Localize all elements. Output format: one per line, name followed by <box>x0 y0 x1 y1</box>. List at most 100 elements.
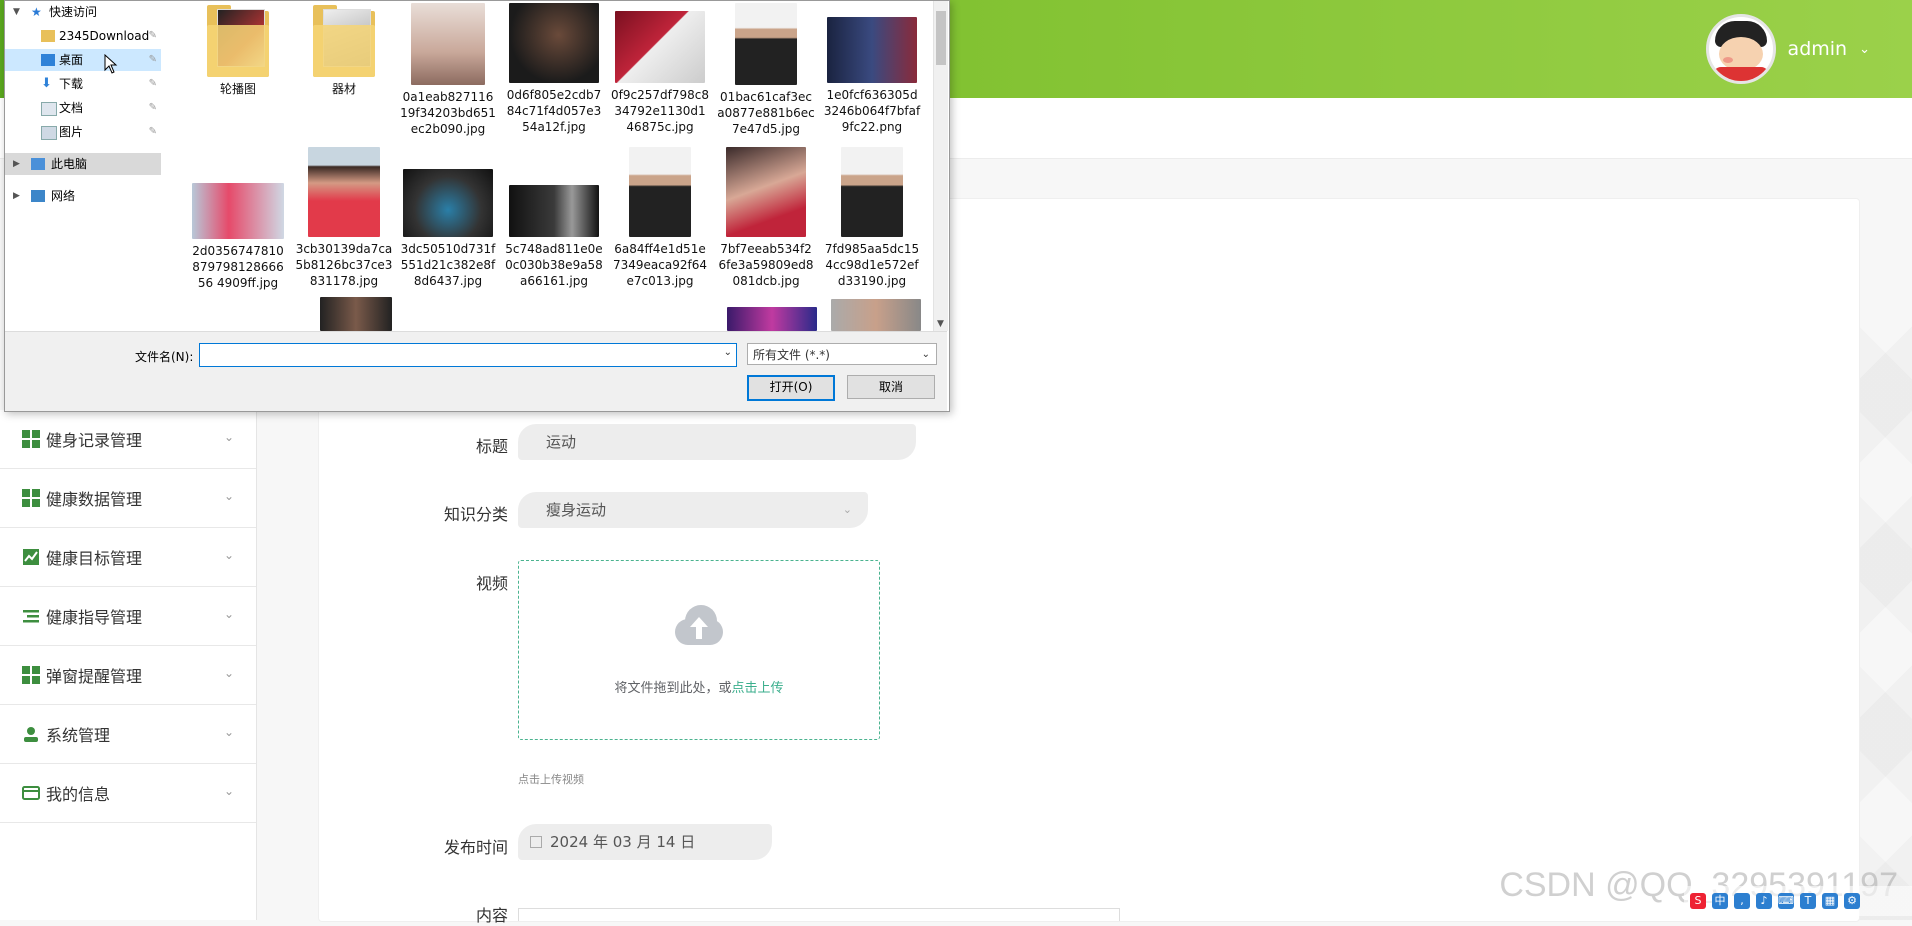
chevron-down-icon[interactable]: ⌄ <box>724 347 732 358</box>
video-label: 视频 <box>475 574 508 593</box>
avatar[interactable] <box>1705 14 1776 84</box>
navigation-pane: ▼ ★ 快速访问 2345Download ✎ 桌面 ✎ ⬇ 下载 ✎ 文档 ✎… <box>5 1 161 331</box>
nav-label: 下载 <box>59 77 84 91</box>
pin-icon: ✎ <box>148 102 157 113</box>
content-editor[interactable] <box>518 908 1120 921</box>
shirt-icon[interactable]: T <box>1800 893 1816 909</box>
title-input[interactable]: 运动 <box>518 424 916 460</box>
sidebar-item-label: 我的信息 <box>46 785 111 804</box>
file-name: 5c748ad811e0e0c030b38e9a58a66161.jpg <box>505 242 603 288</box>
chevron-down-icon: ⌄ <box>921 349 930 360</box>
folder-icon <box>313 3 375 77</box>
filename-input[interactable]: ⌄ <box>199 343 737 367</box>
file-item[interactable]: 6a84ff4e1d51e7349eaca92f64e7c013.jpg <box>609 147 711 289</box>
chevron-right-icon[interactable]: ▶ <box>13 153 20 175</box>
nav-label: 2345Download <box>59 29 150 43</box>
pin-icon: ✎ <box>148 78 157 89</box>
sidebar-item-health-guidance[interactable]: 健康指导管理 ⌄ <box>0 587 256 646</box>
username-label[interactable]: admin <box>1788 38 1848 60</box>
system-tray: S 中 , ♪ ⌨ T ▦ ⚙ <box>1684 886 1912 916</box>
chevron-down-icon: ⌄ <box>223 430 234 444</box>
nav-2345download[interactable]: 2345Download ✎ <box>5 25 161 47</box>
file-item[interactable]: 0f9c257df798c834792e1130d146875c.jpg <box>609 3 711 135</box>
card-icon <box>22 784 40 802</box>
chevron-down-icon: ⌄ <box>223 784 234 798</box>
image-thumbnail <box>735 3 797 85</box>
file-item[interactable]: 7bf7eeab534f26fe3a59809ed8081dcb.jpg <box>715 147 817 289</box>
nav-network[interactable]: ▶ 网络 <box>5 185 161 207</box>
file-item[interactable] <box>721 307 823 331</box>
image-thumbnail <box>841 147 903 237</box>
category-label: 知识分类 <box>443 505 508 524</box>
sidebar-item-popup-reminders[interactable]: 弹窗提醒管理 ⌄ <box>0 646 256 705</box>
chart-icon <box>22 548 40 566</box>
folder-icon <box>207 3 269 77</box>
filetype-select[interactable]: 所有文件 (*.*) ⌄ <box>747 343 937 365</box>
nav-downloads[interactable]: ⬇ 下载 ✎ <box>5 73 161 95</box>
list-icon <box>22 607 40 625</box>
user-menu[interactable]: admin ⌄ <box>1705 14 1870 84</box>
dialog-footer: 文件名(N): ⌄ 所有文件 (*.*) ⌄ 打开(O) 取消 <box>5 331 947 411</box>
file-name: 3cb30139da7ca5b8126bc37ce3831178.jpg <box>295 242 393 288</box>
chevron-down-icon[interactable]: ▼ <box>13 1 20 23</box>
file-item[interactable]: 3cb30139da7ca5b8126bc37ce3831178.jpg <box>293 147 395 289</box>
sidebar-item-my-info[interactable]: 我的信息 ⌄ <box>0 764 256 823</box>
network-icon <box>31 190 45 202</box>
chevron-down-icon[interactable]: ⌄ <box>1859 42 1870 57</box>
picture-icon <box>41 126 57 140</box>
chevron-down-icon: ⌄ <box>223 607 234 621</box>
nav-pictures[interactable]: 图片 ✎ <box>5 121 161 143</box>
chevron-down-icon: ⌄ <box>223 489 234 503</box>
image-thumbnail <box>192 183 284 239</box>
image-thumbnail <box>615 11 705 83</box>
file-list-scrollbar[interactable]: ▼ <box>933 1 948 331</box>
chevron-down-icon[interactable]: ▼ <box>937 319 944 329</box>
nav-desktop[interactable]: 桌面 ✎ <box>5 49 161 71</box>
file-item[interactable]: 7fd985aa5dc154cc98d1e572efd33190.jpg <box>821 147 923 289</box>
image-thumbnail <box>411 3 485 85</box>
nav-this-pc[interactable]: ▶ 此电脑 <box>5 153 161 175</box>
sidebar-item-label: 系统管理 <box>46 726 111 745</box>
file-item[interactable] <box>825 299 927 331</box>
nav-quick-access[interactable]: ▼ ★ 快速访问 <box>5 1 161 23</box>
category-select[interactable]: 瘦身运动 ⌄ <box>518 492 868 528</box>
file-name: 0f9c257df798c834792e1130d146875c.jpg <box>611 88 709 134</box>
file-item[interactable]: 2d035674781087979812866656 4909ff.jpg <box>187 147 289 291</box>
microphone-icon[interactable]: ♪ <box>1756 893 1772 909</box>
open-button[interactable]: 打开(O) <box>747 375 835 401</box>
sidebar-item-health-goals[interactable]: 健康目标管理 ⌄ <box>0 528 256 587</box>
grid-icon[interactable]: ▦ <box>1822 893 1838 909</box>
sidebar-item-health-data[interactable]: 健康数据管理 ⌄ <box>0 469 256 528</box>
file-item[interactable]: 1e0fcf636305d3246b064f7bfaf9fc22.png <box>821 3 923 135</box>
sidebar-item-label: 健康目标管理 <box>46 549 143 568</box>
cancel-button[interactable]: 取消 <box>847 375 935 399</box>
sidebar-item-fitness-records[interactable]: 健身记录管理 ⌄ <box>0 410 256 469</box>
file-item[interactable]: 01bac61caf3eca0877e881b6ec7e47d5.jpg <box>715 3 817 137</box>
content-label: 内容 <box>475 906 508 925</box>
upload-link[interactable]: 点击上传 <box>732 681 784 696</box>
chevron-right-icon[interactable]: ▶ <box>13 185 20 207</box>
file-item[interactable]: 0d6f805e2cdb784c71f4d057e354a12f.jpg <box>503 3 605 135</box>
nav-label: 文档 <box>59 101 84 115</box>
chinese-input-icon[interactable]: 中 <box>1712 893 1728 909</box>
date-picker[interactable]: 2024 年 03 月 14 日 <box>518 824 772 860</box>
file-item[interactable] <box>305 297 407 331</box>
keyboard-icon[interactable]: ⌨ <box>1778 893 1794 909</box>
file-item-carousel-folder[interactable]: 轮播图 <box>187 3 289 97</box>
file-item-equipment-folder[interactable]: 器材 <box>293 3 395 97</box>
nav-documents[interactable]: 文档 ✎ <box>5 97 161 119</box>
upload-cloud-icon <box>669 605 729 645</box>
ime-icon[interactable]: S <box>1690 893 1706 909</box>
desktop-icon <box>41 54 55 66</box>
video-upload-dropzone[interactable]: 将文件拖到此处，或点击上传 <box>518 560 880 740</box>
file-item[interactable]: 0a1eab82711619f34203bd651ec2b090.jpg <box>397 3 499 137</box>
settings-icon[interactable]: ⚙ <box>1844 893 1860 909</box>
sidebar-item-system[interactable]: 系统管理 ⌄ <box>0 705 256 764</box>
image-thumbnail <box>629 147 691 237</box>
scroll-thumb[interactable] <box>936 11 946 65</box>
file-name: 7bf7eeab534f26fe3a59809ed8081dcb.jpg <box>718 242 814 288</box>
file-item[interactable]: 3dc50510d731f551d21c382e8f8d6437.jpg <box>397 147 499 289</box>
grid-icon <box>22 666 40 684</box>
file-item[interactable]: 5c748ad811e0e0c030b38e9a58a66161.jpg <box>503 147 605 289</box>
punctuation-icon[interactable]: , <box>1734 893 1750 909</box>
